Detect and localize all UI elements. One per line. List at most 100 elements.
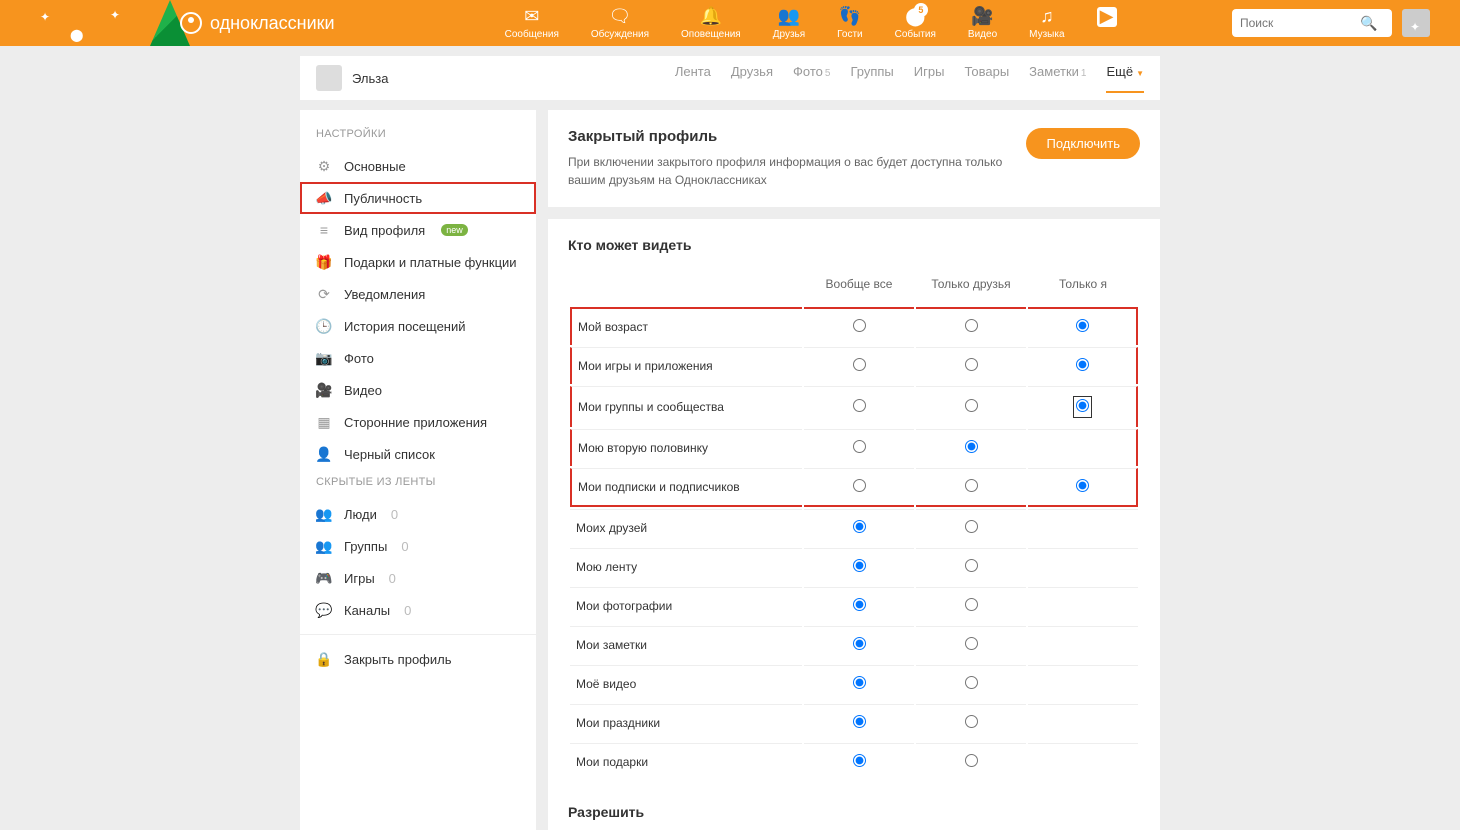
nav-item-0[interactable]: ✉Сообщения [505,7,559,40]
privacy-radio[interactable] [965,598,978,611]
privacy-radio[interactable] [853,520,866,533]
privacy-radio[interactable] [1076,399,1089,412]
nav-item-5[interactable]: ⬤События5 [895,7,936,40]
sidebar-item-label: Вид профиля [344,223,425,238]
sidebar-item-5[interactable]: 🕒История посещений [300,310,536,342]
sidebar-item-label: Уведомления [344,287,425,302]
privacy-radio[interactable] [965,319,978,332]
side-icon: ≡ [316,222,332,238]
privacy-radio[interactable] [853,637,866,650]
profile-tab-1[interactable]: Друзья [731,64,773,93]
profile-tab-4[interactable]: Игры [914,64,945,93]
nav-item-4[interactable]: 👣Гости [837,7,862,40]
connect-button[interactable]: Подключить [1026,128,1140,159]
profile-tab-6[interactable]: Заметки1 [1029,64,1086,93]
sidebar-item-label: Группы [344,539,387,554]
nav-icon: 🎥 [973,7,993,27]
row-label: Моих друзей [570,509,802,546]
search-icon[interactable]: 🔍 [1360,15,1377,32]
privacy-radio[interactable] [965,520,978,533]
profile-tab-0[interactable]: Лента [675,64,711,93]
privacy-radio[interactable] [1076,358,1089,371]
privacy-radio[interactable] [853,440,866,453]
search-box[interactable]: 🔍 [1232,9,1392,37]
privacy-radio[interactable] [965,479,978,492]
nav-label: Оповещения [681,29,741,40]
privacy-radio[interactable] [853,559,866,572]
sidebar-item-label: Подарки и платные функции [344,255,517,270]
sidebar-item-1[interactable]: 📣Публичность [300,182,536,214]
side-icon: ⟳ [316,286,332,302]
privacy-radio[interactable] [853,715,866,728]
sidebar-item-7[interactable]: 🎥Видео [300,374,536,406]
row-label: Мои фотографии [570,587,802,624]
row-label: Мою ленту [570,548,802,585]
privacy-radio[interactable] [1076,479,1089,492]
privacy-radio[interactable] [965,399,978,412]
sidebar-item-label: Сторонние приложения [344,415,487,430]
privacy-radio[interactable] [965,715,978,728]
sidebar-item-2[interactable]: ≡Вид профиляnew [300,214,536,246]
sidebar-title-settings: НАСТРОЙКИ [300,122,536,150]
header-nav: ✉Сообщения 🗨Обсуждения 🔔Оповещения 👥Друзья 👣… [505,7,1117,40]
lock-icon: 🔒 [316,651,332,667]
profile-tab-2[interactable]: Фото5 [793,64,830,93]
nav-item-3[interactable]: 👥Друзья [773,7,805,40]
nav-item-1[interactable]: 🗨Обсуждения [591,7,649,40]
privacy-radio[interactable] [853,754,866,767]
sidebar-item-label: Фото [344,351,374,366]
side-icon: 👥 [316,538,332,554]
site-logo[interactable]: одноклассники [180,12,335,34]
nav-play[interactable]: ▶ [1097,7,1117,40]
row-label: Моё видео [570,665,802,702]
privacy-radio[interactable] [853,479,866,492]
privacy-radio[interactable] [853,319,866,332]
privacy-radio[interactable] [965,637,978,650]
sidebar-hidden-item-1[interactable]: 👥Группы0 [300,530,536,562]
sidebar-hidden-item-3[interactable]: 💬Каналы0 [300,594,536,626]
privacy-radio[interactable] [1076,319,1089,332]
sidebar-item-6[interactable]: 📷Фото [300,342,536,374]
row-label: Мои группы и сообщества [570,386,802,427]
profile-tab-7[interactable]: Ещё▼ [1106,64,1144,93]
sidebar-item-8[interactable]: ▦Сторонние приложения [300,406,536,438]
nav-label: Гости [837,29,862,40]
row-label: Мои заметки [570,626,802,663]
sidebar-hidden-item-2[interactable]: 🎮Игры0 [300,562,536,594]
privacy-radio[interactable] [853,358,866,371]
nav-item-7[interactable]: ♫Музыка [1029,7,1064,40]
profile-avatar[interactable] [316,65,342,91]
profile-tab-3[interactable]: Группы [850,64,893,93]
closed-profile-desc: При включении закрытого профиля информац… [568,153,1026,189]
privacy-radio[interactable] [965,440,978,453]
sidebar-item-label: Публичность [344,191,422,206]
play-icon: ▶ [1097,7,1117,27]
privacy-table: Вообще всеТолько друзьяТолько я Мой возр… [568,267,1140,782]
privacy-row: Мою вторую половинку [570,429,1138,466]
sidebar-hidden-item-0[interactable]: 👥Люди0 [300,498,536,530]
privacy-radio[interactable] [853,676,866,689]
sidebar-item-label: История посещений [344,319,466,334]
profile-tab-5[interactable]: Товары [964,64,1009,93]
privacy-radio[interactable] [965,559,978,572]
privacy-radio[interactable] [965,676,978,689]
profile-name[interactable]: Эльза [352,71,388,86]
nav-label: События [895,29,936,40]
privacy-radio[interactable] [853,598,866,611]
sidebar-item-0[interactable]: ⚙Основные [300,150,536,182]
privacy-radio[interactable] [965,358,978,371]
side-icon: 🎁 [316,254,332,270]
nav-item-2[interactable]: 🔔Оповещения [681,7,741,40]
privacy-radio[interactable] [853,399,866,412]
sidebar-item-9[interactable]: 👤Черный список [300,438,536,470]
privacy-radio[interactable] [965,754,978,767]
sidebar-item-lock-profile[interactable]: 🔒 Закрыть профиль [300,643,536,675]
privacy-row: Мои заметки [570,626,1138,663]
sidebar-item-label: Каналы [344,603,390,618]
col-header-0: Вообще все [804,269,914,305]
sidebar-item-4[interactable]: ⟳ Уведомления [300,278,536,310]
side-icon: 👥 [316,506,332,522]
sidebar-item-3[interactable]: 🎁 Подарки и платные функции [300,246,536,278]
nav-item-6[interactable]: 🎥Видео [968,7,997,40]
side-count: 0 [404,603,411,618]
